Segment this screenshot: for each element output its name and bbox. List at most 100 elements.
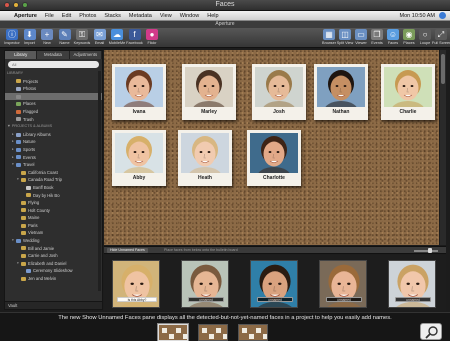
sidebar-item-wedding[interactable]: ▾ Wedding: [5, 237, 102, 245]
toolbar-full-screen-button[interactable]: ⤢ Full Screen: [432, 29, 450, 45]
unnamed-face-label[interactable]: unnamed: [188, 297, 224, 302]
slide-thumbnail[interactable]: [238, 324, 268, 341]
sidebar-item-sports[interactable]: ▸ Sports: [5, 146, 102, 154]
face-snapshot-ivana[interactable]: Ivana: [112, 64, 166, 120]
unnamed-face-label[interactable]: unnamed: [257, 297, 293, 302]
toolbar-flickr-button[interactable]: ● Flickr: [143, 29, 161, 45]
sidebar-item-canada-road-trip[interactable]: ▾ Canada Road Trip: [5, 176, 102, 184]
sidebar-item-projects[interactable]: Projects: [5, 78, 102, 86]
tab-metadata[interactable]: Metadata: [37, 51, 70, 59]
sidebar-item-events[interactable]: ▸ Events: [5, 154, 102, 162]
sidebar-filter-input[interactable]: All: [8, 61, 99, 68]
sidebar-item-label: Banff Book: [33, 184, 54, 190]
sidebar-item-elizabeth-and-daniel[interactable]: ▾ Elizabeth and Daniel: [5, 260, 102, 268]
mini-photo: [209, 334, 214, 339]
mini-photo: [263, 334, 267, 339]
sidebar-item-jen-and-melvin[interactable]: Jen and Melvin: [5, 275, 102, 283]
spotlight-icon[interactable]: [439, 12, 446, 19]
toolbar-facebook-button[interactable]: f Facebook: [126, 29, 144, 45]
face-snapshot-charlie[interactable]: Charlie: [381, 64, 435, 120]
unnamed-face-tile[interactable]: Is this Abby?: [112, 260, 160, 308]
menu-file[interactable]: File: [41, 13, 58, 19]
folder-icon: [16, 162, 21, 167]
face-snapshot-josh[interactable]: Josh: [252, 64, 306, 120]
sidebar-item-travel[interactable]: ▾ Travel: [5, 161, 102, 169]
hide-unnamed-faces-button[interactable]: Hide Unnamed Faces: [107, 248, 148, 253]
sidebar-item-trash[interactable]: Trash: [5, 116, 102, 124]
menu-aperture[interactable]: Aperture: [10, 13, 41, 19]
face-snapshot-marley[interactable]: Marley: [182, 64, 236, 120]
toolbar-keywords-button[interactable]: ⚿ Keywords: [73, 29, 91, 45]
menu-edit[interactable]: Edit: [58, 13, 75, 19]
folder-icon: [21, 216, 26, 221]
sidebar-item-flying[interactable]: Flying: [5, 199, 102, 207]
toolbar-mobileme-button[interactable]: ☁ MobileMe: [108, 29, 126, 45]
face-snapshot-charlotte[interactable]: Charlotte: [247, 130, 301, 186]
folder-icon: [16, 79, 21, 84]
folder-icon: [16, 117, 21, 122]
sidebar-item-label: Wedding: [23, 238, 40, 244]
unnamed-face-label[interactable]: unnamed: [326, 297, 362, 302]
sidebar-item-ceremony-slideshow[interactable]: Ceremony Slideshow: [5, 267, 102, 275]
unnamed-face-tile[interactable]: unnamed: [319, 260, 367, 308]
sidebar-item-flagged[interactable]: Flagged: [5, 108, 102, 116]
face-size-slider[interactable]: [414, 250, 438, 252]
sidebar-item-nature[interactable]: ▸ Nature: [5, 138, 102, 146]
corkboard-scrollbar[interactable]: [440, 50, 446, 245]
menu-clock[interactable]: Mon 10:50 AM: [400, 13, 435, 19]
sidebar-item-photos[interactable]: Photos: [5, 85, 102, 93]
folder-icon: [21, 208, 26, 213]
slide-thumbnail[interactable]: [158, 324, 188, 341]
sidebar-scrollbar[interactable]: [98, 71, 101, 291]
toolbar-import-button[interactable]: ⬇ Import: [21, 29, 39, 45]
unnamed-face-label[interactable]: unnamed: [395, 297, 431, 302]
tab-library[interactable]: Library: [5, 51, 38, 59]
screen: Faces Aperture File Edit Photos Stacks Metada…: [0, 0, 450, 341]
toolbar-name-button[interactable]: ✎ Name: [56, 29, 74, 45]
slide-thumbnail[interactable]: [198, 324, 228, 341]
flickr-icon: ●: [146, 29, 158, 40]
sidebar-footer[interactable]: Vault: [5, 301, 102, 309]
corkboard-scroll-thumb[interactable]: [441, 54, 445, 84]
toolbar-new-button[interactable]: + New: [38, 29, 56, 45]
toolbar-inspector-button[interactable]: ⓘ Inspector: [3, 29, 21, 45]
face-snapshot-abby[interactable]: Abby: [112, 130, 166, 186]
unnamed-face-tile[interactable]: unnamed: [388, 260, 436, 308]
sidebar-item-label: LIBRARY: [7, 71, 24, 75]
menu-photos[interactable]: Photos: [75, 13, 100, 19]
sidebar-item-item[interactable]: [5, 92, 102, 101]
sidebar-item-day-by-hik-bo[interactable]: Day by Hik Bo: [5, 192, 102, 200]
sidebar-item-california-coast[interactable]: California Coast: [5, 169, 102, 177]
face-image: [115, 67, 163, 107]
sidebar-item-bill-and-jamie[interactable]: Bill and Jamie: [5, 245, 102, 253]
unnamed-face-tile[interactable]: unnamed: [181, 260, 229, 308]
places-icon: ◉: [403, 29, 415, 40]
sidebar-item-banff-book[interactable]: Banff Book: [5, 184, 102, 192]
menu-view[interactable]: View: [156, 13, 176, 19]
tab-adjustments[interactable]: Adjustments: [69, 51, 102, 59]
zoom-magnifier-button[interactable]: [420, 323, 442, 340]
sidebar-item-label: Travel: [23, 162, 35, 168]
menu-stacks[interactable]: Stacks: [100, 13, 125, 19]
sidebar-item-library-albums[interactable]: ▸ Library Albums: [5, 131, 102, 139]
sidebar-item-holt-county[interactable]: Holt County: [5, 207, 102, 215]
face-name-suggestion-field[interactable]: Is this Abby?: [117, 297, 157, 302]
face-snapshot-heath[interactable]: Heath: [178, 130, 232, 186]
mini-photo: [249, 334, 254, 339]
face-image: [255, 67, 303, 107]
face-snapshot-nathan[interactable]: Nathan: [314, 64, 368, 120]
sidebar-item-places[interactable]: Places: [5, 100, 102, 108]
sidebar-item-carrie-and-josh[interactable]: Carrie and Josh: [5, 252, 102, 260]
menu-window[interactable]: Window: [176, 13, 204, 19]
mini-photo: [176, 328, 181, 333]
menu-metadata[interactable]: Metadata: [125, 13, 156, 19]
face-size-slider-knob[interactable]: [428, 248, 432, 253]
browser-icon: ▦: [323, 29, 335, 40]
folder-icon: [21, 170, 26, 175]
sidebar-item-maine[interactable]: Maine: [5, 214, 102, 222]
sidebar-item-vietnam[interactable]: Vietnam: [5, 229, 102, 237]
toolbar-email-button[interactable]: ✉ Email: [91, 29, 109, 45]
menu-help[interactable]: Help: [203, 13, 222, 19]
unnamed-face-tile[interactable]: unnamed: [250, 260, 298, 308]
sidebar-item-paris[interactable]: Paris: [5, 222, 102, 230]
